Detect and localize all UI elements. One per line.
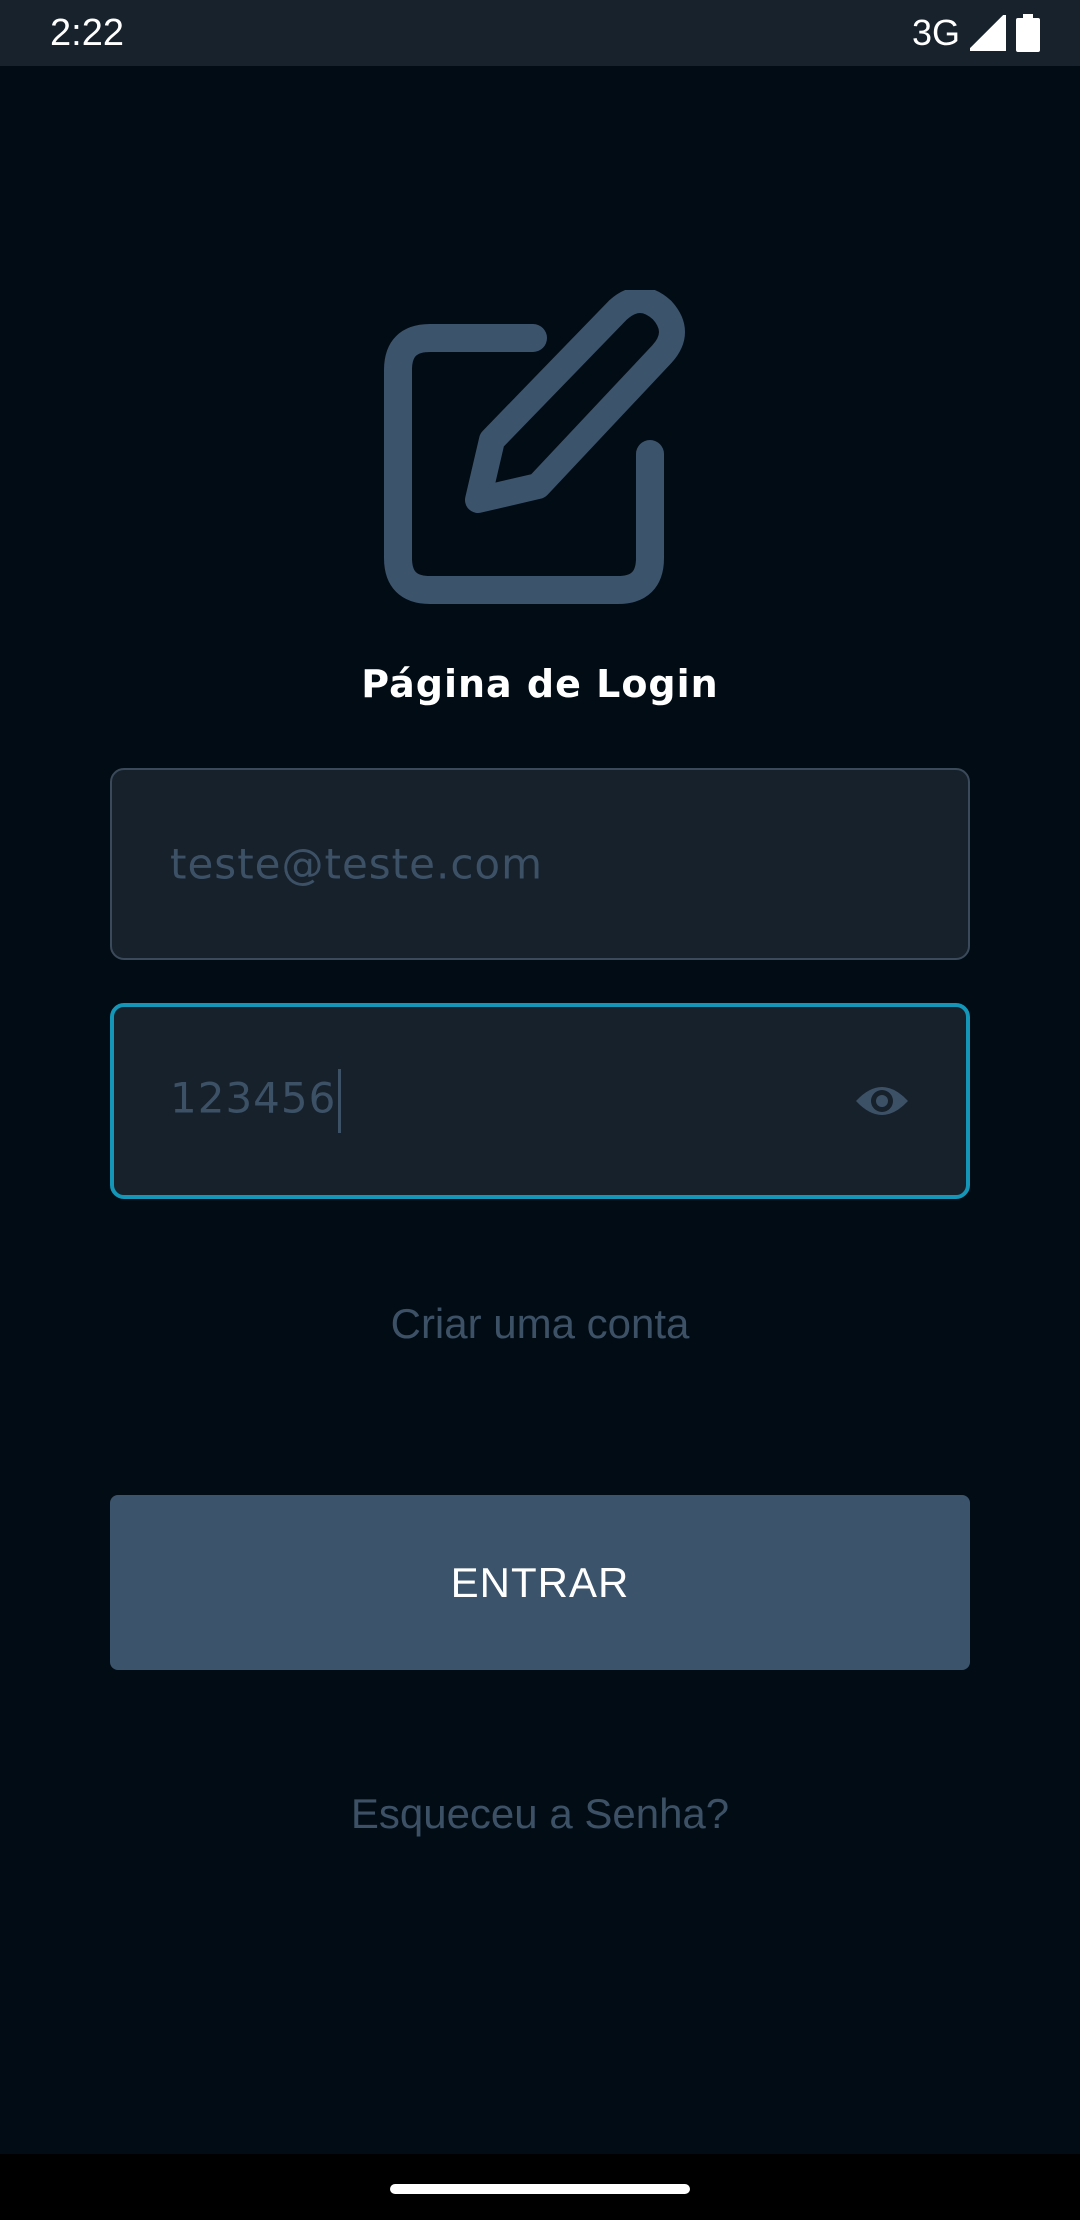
email-value: teste@teste.com xyxy=(170,839,544,889)
email-field[interactable]: teste@teste.com xyxy=(110,768,970,960)
forgot-password-link[interactable]: Esqueceu a Senha? xyxy=(0,1790,1080,1838)
text-caret xyxy=(338,1069,342,1133)
password-field[interactable]: 123456 xyxy=(110,1003,970,1199)
eye-icon[interactable] xyxy=(854,1073,910,1129)
cell-signal-icon xyxy=(970,15,1006,51)
password-value-wrap: 123456 xyxy=(170,1069,342,1133)
login-screen: 2:22 3G Página de Login teste@teste.com … xyxy=(0,0,1080,2220)
network-type: 3G xyxy=(911,12,960,53)
status-time: 2:22 xyxy=(50,12,124,54)
home-indicator[interactable] xyxy=(390,2184,690,2194)
navigation-bar xyxy=(0,2154,1080,2220)
password-value: 123456 xyxy=(170,1073,337,1123)
battery-icon xyxy=(1016,14,1040,52)
page-title: Página de Login xyxy=(361,662,719,706)
status-bar: 2:22 3G xyxy=(0,0,1080,66)
status-icons: 3G xyxy=(912,12,1040,54)
create-account-link[interactable]: Criar uma conta xyxy=(0,1300,1080,1348)
login-button[interactable]: ENTRAR xyxy=(110,1495,970,1670)
edit-square-icon xyxy=(378,287,698,610)
